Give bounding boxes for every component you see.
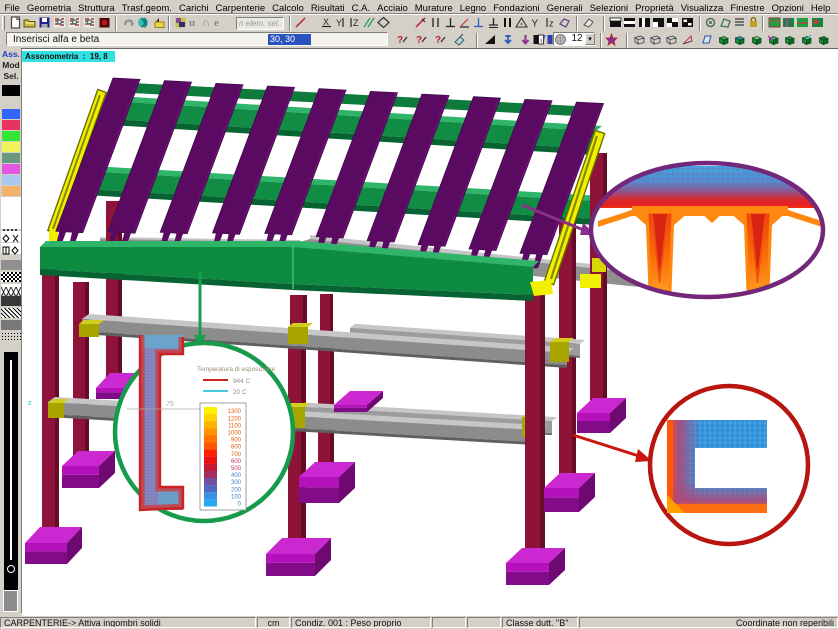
svg-text:944 C: 944 C	[233, 378, 250, 385]
svg-text:f: f	[543, 34, 546, 43]
svg-text:800: 800	[231, 445, 242, 451]
svg-text:?: ?	[435, 35, 441, 46]
svg-text:?: ?	[397, 35, 403, 46]
svg-text:500: 500	[231, 466, 242, 472]
svg-text:100: 100	[231, 494, 242, 500]
svg-text:1100: 1100	[228, 423, 242, 429]
svg-text:Z: Z	[353, 18, 359, 28]
svg-text:75: 75	[166, 401, 174, 408]
svg-text:ı: ı	[540, 36, 542, 45]
svg-text:600: 600	[231, 459, 242, 465]
svg-text:z: z	[28, 400, 32, 407]
svg-text:Y: Y	[532, 19, 539, 30]
svg-text:Temperatura di esposizione: Temperatura di esposizione	[197, 366, 276, 373]
svg-text:900: 900	[231, 438, 242, 444]
svg-text:X: X	[323, 17, 329, 27]
svg-text:ı: ı	[548, 36, 550, 45]
svg-text:1300: 1300	[228, 409, 242, 415]
svg-text:z: z	[549, 19, 554, 29]
svg-text:1000: 1000	[228, 431, 242, 437]
svg-text:300: 300	[231, 480, 242, 486]
svg-text:400: 400	[231, 473, 242, 479]
svg-text:20 C: 20 C	[233, 389, 247, 396]
svg-text:200: 200	[231, 487, 242, 493]
svg-text:1200: 1200	[228, 416, 242, 422]
svg-text:Y: Y	[336, 18, 342, 28]
svg-text:?: ?	[416, 35, 422, 46]
svg-text:700: 700	[231, 452, 242, 458]
